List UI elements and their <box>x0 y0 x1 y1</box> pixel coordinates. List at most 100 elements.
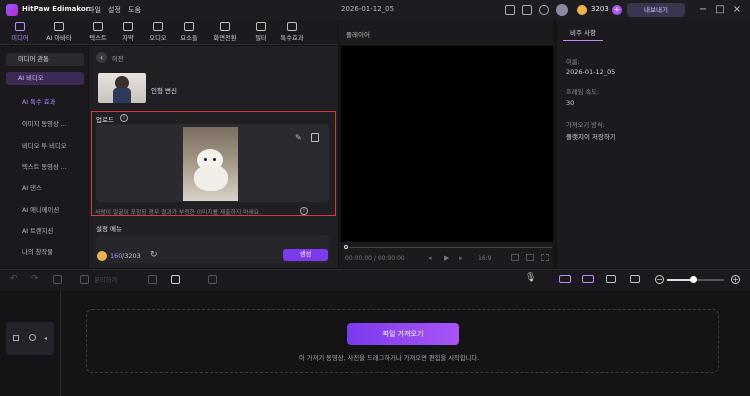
sidebar-item-video-to-video[interactable]: 비디오 투 비디오 <box>22 141 67 150</box>
text-tool-icon[interactable] <box>171 275 180 284</box>
chat-icon[interactable] <box>522 5 532 15</box>
sidebar-item-text-to-video[interactable]: 텍스트 동영상 ... <box>22 162 67 171</box>
coin-icon <box>577 5 587 15</box>
zoom-out-icon[interactable]: − <box>655 275 664 284</box>
menu-help[interactable]: 도움 <box>128 5 141 15</box>
upload-title: 업로드 <box>96 116 114 124</box>
tab-subtitle[interactable]: 자막 <box>113 22 143 42</box>
generate-button[interactable]: 생성 <box>283 249 328 261</box>
source-value: 플랫지이 저장하기 <box>566 133 616 141</box>
mic-icon[interactable]: 🎙 <box>525 273 536 283</box>
fit-icon[interactable] <box>630 275 640 283</box>
track-audio-icon[interactable]: ◂ <box>44 335 47 342</box>
add-track-icon[interactable] <box>208 275 217 284</box>
link-icon[interactable] <box>582 275 594 283</box>
back-label: 이전 <box>112 56 124 63</box>
info-icon[interactable]: i <box>120 114 128 122</box>
prev-frame-icon[interactable]: ◂ <box>428 254 432 262</box>
elements-icon <box>184 22 194 31</box>
zoom-in-icon[interactable]: + <box>731 275 740 284</box>
app-title: HitPaw Edimakor <box>22 5 90 13</box>
redo-icon[interactable]: ↷ <box>31 274 39 284</box>
play-icon[interactable]: ▶ <box>444 254 449 262</box>
aspect-ratio[interactable]: 16:9 <box>478 255 491 262</box>
info-icon[interactable] <box>539 5 549 15</box>
track-lock-icon[interactable] <box>13 335 19 341</box>
import-file-button[interactable]: 파일 가져오기 <box>347 323 459 345</box>
export-button[interactable]: 내보내기 <box>627 3 685 17</box>
effect-name: 인형 변신 <box>151 87 177 95</box>
track-visible-icon[interactable] <box>29 334 36 341</box>
avatar-icon <box>54 22 64 31</box>
feedback-icon[interactable] <box>505 5 515 15</box>
magnet-icon[interactable] <box>559 275 571 283</box>
app-logo-icon <box>6 4 18 16</box>
snapshot-icon[interactable] <box>511 254 519 261</box>
quality-icon[interactable] <box>526 254 534 261</box>
player-time: 00:00:00 / 00:00:00 <box>345 255 405 262</box>
back-button[interactable]: ‹ <box>96 52 107 63</box>
name-label: 이름: <box>566 59 580 66</box>
sidebar-item-ai-effects[interactable]: AI 특수 효과 <box>22 97 55 106</box>
maximize-icon[interactable]: □ <box>714 4 726 16</box>
add-credit-button[interactable]: + <box>612 5 622 15</box>
uploaded-image <box>183 127 238 201</box>
video-preview[interactable] <box>341 46 553 242</box>
tab-transitions[interactable]: 화면전환 <box>210 22 240 42</box>
credit-count: 3203 <box>591 5 609 13</box>
effects-icon <box>287 22 297 31</box>
tab-details[interactable]: 비주 사항 <box>563 26 603 41</box>
shield-icon[interactable] <box>148 275 157 284</box>
tab-media[interactable]: 미디어 <box>5 22 35 42</box>
coin-icon <box>97 251 107 261</box>
player-title: 플레이어 <box>346 31 370 39</box>
sidebar-item-image-to-video[interactable]: 이미지 동영상 ... <box>22 119 67 128</box>
split-icon[interactable] <box>80 275 89 284</box>
playhead-knob[interactable] <box>344 245 348 249</box>
upload-hint: 사람이 얼굴이 포함된 경우 결과가 부정한 이미지를 제출하지 마세요. <box>95 210 261 216</box>
fullscreen-icon[interactable] <box>541 254 549 261</box>
tab-ai-avatar[interactable]: AI 아바타 <box>44 22 74 42</box>
track-divider <box>60 291 61 396</box>
minimize-icon[interactable]: − <box>697 4 709 16</box>
text-icon <box>93 22 103 31</box>
transition-icon <box>220 22 230 31</box>
ai-video-dropdown[interactable]: AI 비디오 <box>6 72 84 85</box>
hint-info-icon[interactable]: i <box>300 207 308 215</box>
tab-effects[interactable]: 특수효과 <box>277 22 307 42</box>
tab-text[interactable]: 텍스트 <box>83 22 113 42</box>
tab-filters[interactable]: 필터 <box>246 22 276 42</box>
progress-track[interactable] <box>349 247 552 248</box>
drop-hint: 이 가져기 동영상, 사진을 드래그하거나 가져오면 편집을 시작합니다. <box>299 355 480 362</box>
media-icon <box>15 22 25 31</box>
tab-audio[interactable]: 오디오 <box>143 22 173 42</box>
delete-clip-icon[interactable] <box>53 275 62 284</box>
subtitle-icon <box>123 22 133 31</box>
next-frame-icon[interactable]: ▸ <box>459 254 463 262</box>
properties-panel <box>557 20 750 268</box>
sidebar-item-my-creations[interactable]: 나의 창작물 <box>22 247 53 256</box>
sidebar-item-ai-animation[interactable]: AI 애니메이션 <box>22 205 59 214</box>
player-header <box>339 20 553 45</box>
tab-elements[interactable]: 요소들 <box>174 22 204 42</box>
edit-icon[interactable]: ✎ <box>295 133 302 142</box>
settings-title: 설정 메뉴 <box>96 225 122 233</box>
audio-icon <box>153 22 163 31</box>
credit-used: 160 <box>110 252 123 260</box>
sidebar-item-ai-transition[interactable]: AI 트랜지션 <box>22 226 53 235</box>
sidebar-item-ai-dance[interactable]: AI 댄스 <box>22 183 42 192</box>
split-label: 분리하기 <box>94 277 118 284</box>
delete-icon[interactable] <box>311 133 319 142</box>
effect-thumbnail[interactable] <box>98 73 146 103</box>
source-label: 가져오기 방식: <box>566 122 605 129</box>
undo-icon[interactable]: ↶ <box>10 274 18 284</box>
media-dropdown[interactable]: 미디어 관통 <box>6 53 84 66</box>
fps-label: 프레임 속도: <box>566 89 600 96</box>
close-icon[interactable]: × <box>731 4 743 16</box>
menu-file[interactable]: 파일 <box>88 5 101 15</box>
avatar[interactable] <box>556 4 568 16</box>
refresh-icon[interactable]: ↻ <box>150 250 158 260</box>
fps-value: 30 <box>566 99 575 107</box>
menu-settings[interactable]: 설정 <box>108 5 121 15</box>
preview-icon[interactable] <box>606 275 616 283</box>
